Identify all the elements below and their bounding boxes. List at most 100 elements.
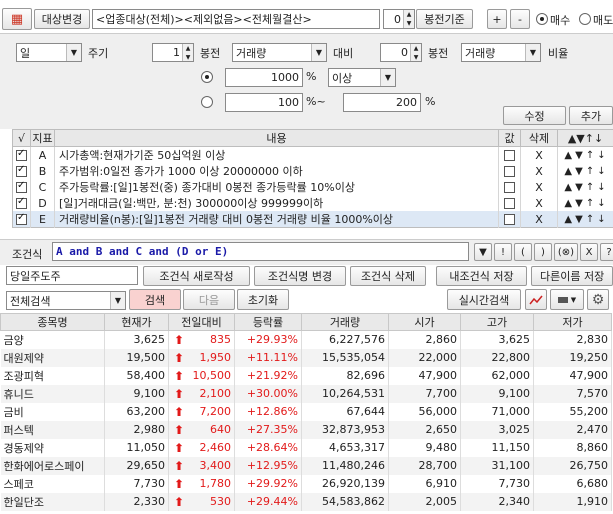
min-ratio-input[interactable]: 1000 (225, 68, 303, 87)
result-row[interactable]: 금양 3,625 ⬆ 835 +29.93% 6,227,576 2,860 3,625 2,8… (0, 330, 612, 349)
row-checkbox-cell[interactable] (12, 195, 31, 211)
col-price[interactable]: 현재가 (104, 313, 169, 331)
row-content[interactable]: 주가등락률:[일]1봉전(중) 종가대비 0봉전 종가등락률 10%이상 (54, 179, 499, 195)
realtime-search-button[interactable]: 실시간검색 (447, 289, 521, 310)
move-down-icon[interactable]: ▼ (575, 198, 584, 209)
plus-button[interactable]: + (487, 9, 507, 29)
row-checkbox[interactable] (16, 148, 27, 161)
row-delete-button[interactable]: X (520, 179, 558, 195)
move-bottom-icon[interactable]: ↓ (597, 150, 606, 161)
stock-name[interactable]: 경동제약 (0, 438, 105, 457)
buy-radio[interactable] (536, 13, 548, 25)
row-checkbox-cell[interactable] (12, 146, 31, 163)
row-checkbox[interactable] (16, 196, 27, 209)
row-value-checkbox[interactable] (504, 214, 515, 225)
delete-condition-button[interactable]: 조건식 삭제 (350, 266, 426, 286)
row-delete-button[interactable]: X (520, 211, 558, 228)
stock-name[interactable]: 퍼스텍 (0, 420, 105, 439)
field-select-1[interactable]: 거래량 ▼ (232, 43, 327, 62)
row-content[interactable]: 주가범위:0일전 종가가 1000 이상 20000000 이하 (54, 163, 499, 179)
move-down-icon[interactable]: ▼ (575, 150, 584, 161)
move-bottom-icon[interactable]: ↓ (597, 214, 606, 225)
col-open[interactable]: 시가 (388, 313, 461, 331)
offset-spinner[interactable]: ▲ ▼ (403, 10, 414, 28)
condition-name-input[interactable]: 당일주도주 (6, 266, 138, 285)
formula-op-button[interactable]: ▼ (474, 243, 492, 261)
row-delete-button[interactable]: X (520, 195, 558, 211)
stock-name[interactable]: 금비 (0, 402, 105, 421)
condition-row[interactable]: D[일]거래대금(일:백만, 분:천) 300000이상 999999이하X▲▼… (12, 195, 613, 211)
condition-row[interactable]: C주가등락률:[일]1봉전(중) 종가대비 0봉전 종가등락률 10%이상X▲▼… (12, 179, 613, 195)
result-row[interactable]: 한일단조 2,330 ⬆ 530 +29.44% 54,583,862 2,005 2,340… (0, 492, 612, 511)
bars-ago-input-2[interactable]: 0 ▲ ▼ (380, 43, 422, 62)
rename-condition-button[interactable]: 조건식명 변경 (254, 266, 346, 286)
row-value-cell[interactable] (498, 179, 521, 195)
move-bottom-icon[interactable]: ↓ (597, 166, 606, 177)
edit-button[interactable]: 수정 (503, 106, 566, 125)
stock-name[interactable]: 한화에어로스페이 (0, 456, 105, 475)
row-checkbox-cell[interactable] (12, 163, 31, 179)
menu-dropdown-button[interactable]: ▼ (550, 289, 584, 310)
formula-input[interactable]: A and B and C and (D or E) (52, 242, 469, 261)
move-top-icon[interactable]: ↑ (586, 214, 595, 225)
row-value-checkbox[interactable] (504, 182, 515, 193)
col-volume[interactable]: 거래량 (301, 313, 389, 331)
basis-button[interactable]: 봉전기준 (416, 9, 473, 29)
row-content[interactable]: [일]거래대금(일:백만, 분:천) 300000이상 999999이하 (54, 195, 499, 211)
period-select[interactable]: 일 ▼ (16, 43, 82, 62)
col-change[interactable]: 전일대비 (168, 313, 235, 331)
range-min-input[interactable]: 100 (225, 93, 303, 112)
formula-op-button[interactable]: ) (534, 243, 552, 261)
move-up-icon[interactable]: ▲ (564, 214, 573, 225)
formula-op-button[interactable]: X (580, 243, 598, 261)
move-bottom-icon[interactable]: ↓ (597, 198, 606, 209)
result-row[interactable]: 경동제약 11,050 ⬆ 2,460 +28.64% 4,653,317 9,480 11,… (0, 438, 612, 457)
stock-name[interactable]: 스페코 (0, 474, 105, 493)
stock-name[interactable]: 한일단조 (0, 492, 105, 511)
col-low[interactable]: 저가 (533, 313, 612, 331)
condition-row[interactable]: E거래량비율(n봉):[일]1봉전 거래량 대비 0봉전 거래량 비율 1000… (12, 211, 613, 228)
new-condition-button[interactable]: 조건식 새로작성 (143, 266, 250, 286)
range-max-input[interactable]: 200 (343, 93, 421, 112)
row-value-cell[interactable] (498, 146, 521, 163)
min-ratio-radio[interactable] (201, 71, 213, 83)
move-down-icon[interactable]: ▼ (575, 214, 584, 225)
move-up-icon[interactable]: ▲ (564, 198, 573, 209)
search-mode-select[interactable]: 전체검색 ▼ (6, 291, 126, 310)
save-as-button[interactable]: 다른이름 저장 (531, 266, 613, 286)
move-top-icon[interactable]: ↑ (586, 182, 595, 193)
result-row[interactable]: 대원제약 19,500 ⬆ 1,950 +11.11% 15,535,054 22,000 2… (0, 348, 612, 367)
offset-input[interactable]: 0 ▲ ▼ (383, 9, 415, 29)
row-checkbox[interactable] (16, 180, 27, 193)
row-checkbox[interactable] (16, 212, 27, 225)
target-field[interactable]: <업종대상(전체)><제외없음><전체월결산> (92, 9, 380, 29)
row-value-cell[interactable] (498, 163, 521, 179)
col-stock-name[interactable]: 종목명 (0, 313, 105, 331)
row-delete-button[interactable]: X (520, 163, 558, 179)
move-top-icon[interactable]: ↑ (586, 198, 595, 209)
row-content[interactable]: 시가총액:현재가기준 50십억원 이상 (54, 146, 499, 163)
row-checkbox-cell[interactable] (12, 179, 31, 195)
field-select-2[interactable]: 거래량 ▼ (461, 43, 541, 62)
reset-button[interactable]: 초기화 (237, 289, 289, 310)
row-value-checkbox[interactable] (504, 166, 515, 177)
stock-name[interactable]: 대원제약 (0, 348, 105, 367)
stock-name[interactable]: 조광피혁 (0, 366, 105, 385)
result-row[interactable]: 금비 63,200 ⬆ 7,200 +12.86% 67,644 56,000 71,000 5… (0, 402, 612, 421)
row-checkbox[interactable] (16, 164, 27, 177)
bars-ago-spinner-2[interactable]: ▲ ▼ (410, 44, 421, 61)
result-row[interactable]: 한화에어로스페이 29,650 ⬆ 3,400 +12.95% 11,480,246 28,… (0, 456, 612, 475)
result-row[interactable]: 조광피혁 58,400 ⬆ 10,500 +21.92% 82,696 47,900 62,0… (0, 366, 612, 385)
result-row[interactable]: 스페코 7,730 ⬆ 1,780 +29.92% 26,920,139 6,910 7,73… (0, 474, 612, 493)
change-target-button[interactable]: 대상변경 (34, 9, 90, 29)
row-value-checkbox[interactable] (504, 198, 515, 209)
sell-radio[interactable] (579, 13, 591, 25)
move-up-icon[interactable]: ▲ (564, 150, 573, 161)
formula-op-button[interactable]: ! (494, 243, 512, 261)
save-my-condition-button[interactable]: 내조건식 저장 (436, 266, 527, 286)
bars-ago-spinner-1[interactable]: ▲ ▼ (182, 44, 193, 61)
move-top-icon[interactable]: ↑ (586, 166, 595, 177)
col-high[interactable]: 고가 (460, 313, 534, 331)
move-top-icon[interactable]: ↑ (586, 150, 595, 161)
bars-ago-input-1[interactable]: 1 ▲ ▼ (152, 43, 194, 62)
